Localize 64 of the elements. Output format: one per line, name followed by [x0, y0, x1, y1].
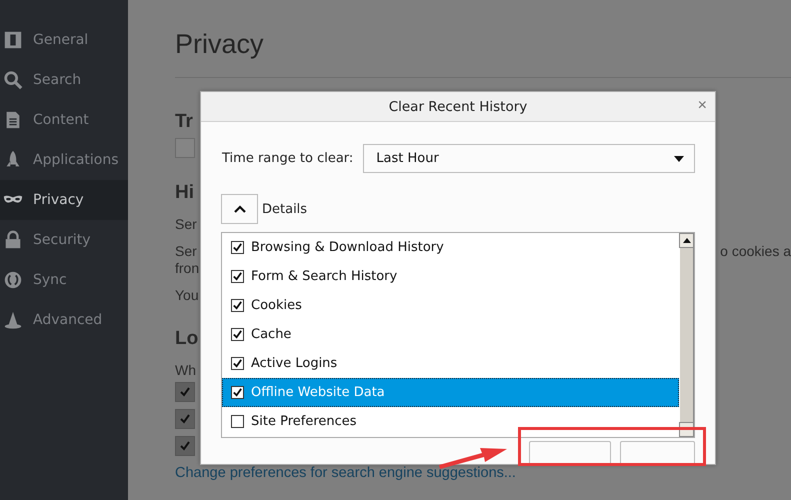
checkbox[interactable]	[231, 415, 244, 428]
list-item[interactable]: Form & Search History	[222, 262, 679, 291]
checkbox[interactable]	[231, 270, 244, 283]
section-heading: Tr	[175, 110, 193, 134]
panel-icon	[3, 30, 23, 50]
list-item[interactable]: Active Logins	[222, 349, 679, 378]
list-item[interactable]: Cookies	[222, 291, 679, 320]
item-label: Browsing & Download History	[251, 240, 444, 255]
details-toggle-button[interactable]	[221, 194, 258, 224]
chevron-icon	[234, 205, 246, 213]
item-label: Form & Search History	[251, 269, 398, 284]
sidebar-item[interactable]: Sync	[0, 260, 128, 300]
section-heading: Lo	[175, 327, 198, 351]
sidebar-item[interactable]: Security	[0, 220, 128, 260]
item-label: Active Logins	[251, 356, 338, 371]
item-label: Cache	[251, 327, 292, 342]
sidebar-item[interactable]: Applications	[0, 140, 128, 180]
paragraph-text: fron	[175, 260, 200, 277]
checkbox[interactable]	[175, 436, 195, 456]
checkbox[interactable]	[175, 138, 195, 158]
up-arrow-icon	[682, 238, 690, 243]
dialog-button[interactable]	[620, 441, 695, 464]
checkmark-icon	[179, 413, 191, 425]
paragraph-text: Ser	[175, 216, 197, 233]
dialog-button[interactable]	[529, 441, 611, 464]
item-label: Site Preferences	[251, 414, 357, 429]
paragraph-text: Ser	[175, 243, 197, 260]
list-item[interactable]: Cache	[222, 320, 679, 349]
list-item[interactable]: Site Preferences	[222, 407, 679, 436]
dialog-title: Clear Recent History	[388, 98, 528, 114]
link[interactable]: Change preferences for search engine suggestions...	[175, 463, 516, 483]
time-range-dropdown[interactable]: Last Hour	[363, 144, 695, 173]
sync-icon	[3, 270, 23, 290]
item-label: Cookies	[251, 298, 302, 313]
checkbox[interactable]	[231, 328, 244, 341]
checkbox[interactable]	[231, 386, 244, 399]
checkbox[interactable]	[175, 382, 195, 402]
list-item[interactable]: Browsing & Download History	[222, 233, 679, 262]
checkmark-icon	[179, 386, 191, 398]
checkbox[interactable]	[231, 357, 244, 370]
paragraph-text: You	[175, 287, 199, 304]
close-button[interactable]: ×	[696, 97, 709, 115]
dropdown-arrow-icon	[674, 156, 684, 162]
item-label: Offline Website Data	[251, 385, 385, 400]
hat-icon	[3, 310, 23, 330]
sidebar-item[interactable]: General	[0, 20, 128, 60]
field-label: Time range to clear:	[222, 151, 354, 166]
checkbox[interactable]	[175, 409, 195, 429]
section-heading: Hi	[175, 181, 194, 205]
sidebar-item[interactable]: Content	[0, 100, 128, 140]
page-title: Privacy	[175, 28, 265, 61]
lock-icon	[3, 230, 23, 250]
scroll-up-button[interactable]	[679, 233, 694, 248]
paragraph-text: Wh	[175, 362, 196, 379]
sidebar-item[interactable]: Advanced	[0, 300, 128, 340]
checkmark-icon	[179, 440, 191, 452]
details-label: Details	[262, 202, 308, 216]
checkbox[interactable]	[231, 241, 244, 254]
search-icon	[3, 70, 23, 90]
paragraph-text: o cookies a	[720, 243, 791, 260]
sidebar-item[interactable]: Search	[0, 60, 128, 100]
list-item[interactable]: Offline Website Data	[222, 378, 679, 407]
sidebar-item[interactable]: Privacy	[0, 180, 128, 220]
checkbox[interactable]	[231, 299, 244, 312]
